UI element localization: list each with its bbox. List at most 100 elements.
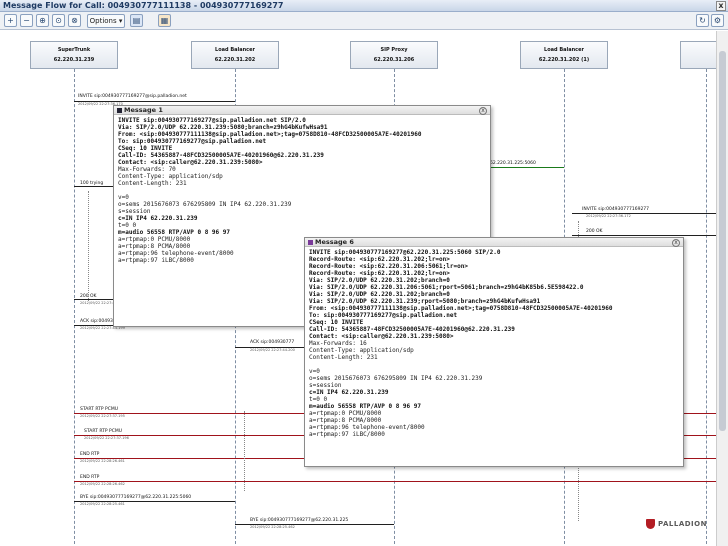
shield-icon bbox=[646, 519, 655, 529]
lifeline-supertrunk bbox=[74, 69, 75, 546]
message-arrow[interactable] bbox=[486, 167, 564, 168]
sip-line: To: sip:004930777169277@sip.palladion.ne… bbox=[309, 312, 458, 319]
message-6-popup[interactable]: Message 6 x INVITE sip:004930777169277@6… bbox=[304, 237, 684, 467]
message-label[interactable]: ACK sip:004930777 bbox=[250, 340, 294, 345]
sip-line: a=rtpmap:0 PCMU/8000 bbox=[309, 410, 382, 417]
sip-line: Max-Forwards: 70 bbox=[118, 166, 176, 173]
duration-marker bbox=[244, 411, 245, 491]
sip-line: s=session bbox=[309, 382, 342, 389]
popup-close-button[interactable]: x bbox=[479, 107, 487, 115]
lifeline-partial bbox=[706, 69, 707, 546]
sip-line: Record-Route: <sip:62.220.31.206:5061;lr… bbox=[309, 263, 468, 270]
popup-close-button[interactable]: x bbox=[672, 239, 680, 247]
sip-line: Call-ID: 54365887-48FCD32500005A7E-40201… bbox=[118, 152, 324, 159]
sip-line: Via: SIP/2.0/UDP 62.220.31.206:5061;rpor… bbox=[309, 284, 584, 291]
message-time: 2012/09/22 22:28:25.462 bbox=[250, 525, 295, 529]
sip-line bbox=[309, 361, 679, 368]
message-label[interactable]: START RTP PCMU bbox=[84, 429, 122, 434]
entity-supertrunk[interactable]: SuperTrunk 62.220.31.239 bbox=[30, 41, 118, 69]
message-label[interactable]: INVITE sip:004930777169277 bbox=[582, 207, 649, 212]
sip-line: Contact: <sip:caller@62.220.31.239:5080> bbox=[118, 159, 263, 166]
entity-ip: 62.220.31.239 bbox=[53, 57, 95, 63]
sip-line: CSeq: 10 INVITE bbox=[118, 145, 173, 152]
message-label[interactable]: END RTP bbox=[80, 475, 99, 480]
message-time: 2012/09/22 22:27:37.196 bbox=[84, 436, 129, 440]
popup-title: Message 6 bbox=[315, 238, 354, 246]
zoom-select-icon[interactable]: ⊗ bbox=[68, 14, 81, 27]
entity-load-balancer-1[interactable]: Load Balancer 62.220.31.202 (1) bbox=[520, 41, 608, 69]
sip-line: c=IN IP4 62.220.31.239 bbox=[118, 215, 198, 222]
entity-name: Load Balancer bbox=[215, 47, 255, 53]
options-button[interactable]: Options ▾ bbox=[87, 14, 125, 28]
message-label[interactable]: BYE sip:004930777169277@62.220.31.225 bbox=[250, 518, 348, 523]
message-label[interactable]: BYE sip:004930777169277@62.220.31.225:50… bbox=[80, 495, 191, 500]
message-arrow[interactable] bbox=[74, 186, 114, 187]
sip-line: From: <sip:004930777111138@sip.palladion… bbox=[309, 305, 613, 312]
sip-line: a=rtpmap:97 iLBC/8000 bbox=[309, 431, 385, 438]
sip-line: From: <sip:004930777111138@sip.palladion… bbox=[118, 131, 422, 138]
sip-line: Contact: <sip:caller@62.220.31.239:5080> bbox=[309, 333, 454, 340]
message-label[interactable]: INVITE sip:004930777169277@sip.palladion… bbox=[78, 94, 187, 99]
entity-ip: 62.220.31.202 bbox=[214, 57, 256, 63]
sip-line: Content-Type: application/sdp bbox=[118, 173, 223, 180]
sip-line: Via: SIP/2.0/UDP 62.220.31.239;rport=508… bbox=[309, 298, 541, 305]
message-icon bbox=[117, 107, 122, 113]
entity-name: SIP Proxy bbox=[380, 47, 408, 53]
sip-line: Content-Length: 231 bbox=[309, 354, 378, 361]
entity-name: SuperTrunk bbox=[57, 47, 91, 53]
sip-line: INVITE sip:004930777169277@62.220.31.225… bbox=[309, 249, 501, 256]
sip-line: s=session bbox=[118, 208, 151, 215]
sip-line: Record-Route: <sip:62.220.31.202;lr=on> bbox=[309, 270, 450, 277]
sip-line: m=audio 56558 RTP/AVP 0 8 96 97 bbox=[118, 229, 230, 236]
sip-line: Via: SIP/2.0/UDP 62.220.31.239:5080;bran… bbox=[118, 124, 328, 131]
message-time: 2012/09/22 22:28:26.462 bbox=[80, 482, 125, 486]
entity-partial[interactable] bbox=[680, 41, 716, 69]
duration-marker bbox=[88, 191, 89, 301]
message-label[interactable]: START RTP PCMU bbox=[80, 407, 118, 412]
sip-line: Max-Forwards: 16 bbox=[309, 340, 367, 347]
popup-header: Message 1 bbox=[114, 106, 490, 115]
zoom-in-icon[interactable]: + bbox=[4, 14, 17, 27]
sip-line: INVITE sip:004930777169277@sip.palladion… bbox=[118, 117, 306, 124]
entity-name: Load Balancer bbox=[544, 47, 584, 53]
sip-line: Call-ID: 54365887-48FCD32500005A7E-40201… bbox=[309, 326, 515, 333]
popup-header: Message 6 bbox=[305, 238, 683, 247]
message-time: 2012/09/22 22:27:36.172 bbox=[586, 214, 631, 218]
entity-ip: 62.220.31.206 bbox=[373, 57, 415, 63]
toolbar: + − ⊕ ⊙ ⊗ Options ▾ ▤ ▦ ↻ ⚙ bbox=[0, 12, 728, 30]
message-label[interactable]: 100 trying bbox=[80, 181, 103, 186]
image-icon[interactable]: ▦ bbox=[158, 14, 171, 27]
entity-ip: 62.220.31.202 (1) bbox=[538, 57, 590, 63]
message-label[interactable]: END RTP bbox=[80, 452, 99, 457]
window-title-bar: Message Flow for Call: 004930777111138 -… bbox=[0, 0, 728, 12]
sip-line: t=0 0 bbox=[309, 396, 328, 403]
window-close-button[interactable]: x bbox=[716, 1, 726, 11]
sip-line bbox=[118, 187, 486, 194]
zoom-fit-icon[interactable]: ⊕ bbox=[36, 14, 49, 27]
entity-load-balancer[interactable]: Load Balancer 62.220.31.202 bbox=[191, 41, 279, 69]
message-time: 2012/09/22 22:28:26.461 bbox=[80, 459, 125, 463]
vertical-scrollbar[interactable] bbox=[716, 31, 728, 546]
message-label[interactable]: 200 OK bbox=[586, 229, 603, 234]
message-time: 2012/09/22 22:27:37.195 bbox=[80, 414, 125, 418]
sip-line: v=0 bbox=[309, 368, 320, 375]
refresh-icon[interactable]: ↻ bbox=[696, 14, 709, 27]
message-label[interactable]: 62.220.31.225:5060 bbox=[490, 161, 536, 166]
popup-title: Message 1 bbox=[124, 106, 163, 114]
zoom-out-icon[interactable]: − bbox=[20, 14, 33, 27]
settings-icon[interactable]: ⚙ bbox=[711, 14, 724, 27]
sip-line: Content-Type: application/sdp bbox=[309, 347, 414, 354]
message-arrow[interactable] bbox=[572, 235, 716, 236]
export-icon[interactable]: ▤ bbox=[130, 14, 143, 27]
zoom-reset-icon[interactable]: ⊙ bbox=[52, 14, 65, 27]
message-flow-canvas: SuperTrunk 62.220.31.239 Load Balancer 6… bbox=[0, 31, 716, 546]
scrollbar-thumb[interactable] bbox=[719, 51, 726, 431]
rtp-arrow[interactable] bbox=[74, 481, 716, 482]
sip-line: v=0 bbox=[118, 194, 129, 201]
sip-line: c=IN IP4 62.220.31.239 bbox=[309, 389, 389, 396]
sip-line: Via: SIP/2.0/UDP 62.220.31.202;branch=0 bbox=[309, 277, 450, 284]
message-time: 2012/09/22 22:27:44.200 bbox=[250, 348, 295, 352]
sip-line: m=audio 56558 RTP/AVP 0 8 96 97 bbox=[309, 403, 421, 410]
sip-line: t=0 0 bbox=[118, 222, 137, 229]
entity-sip-proxy[interactable]: SIP Proxy 62.220.31.206 bbox=[350, 41, 438, 69]
